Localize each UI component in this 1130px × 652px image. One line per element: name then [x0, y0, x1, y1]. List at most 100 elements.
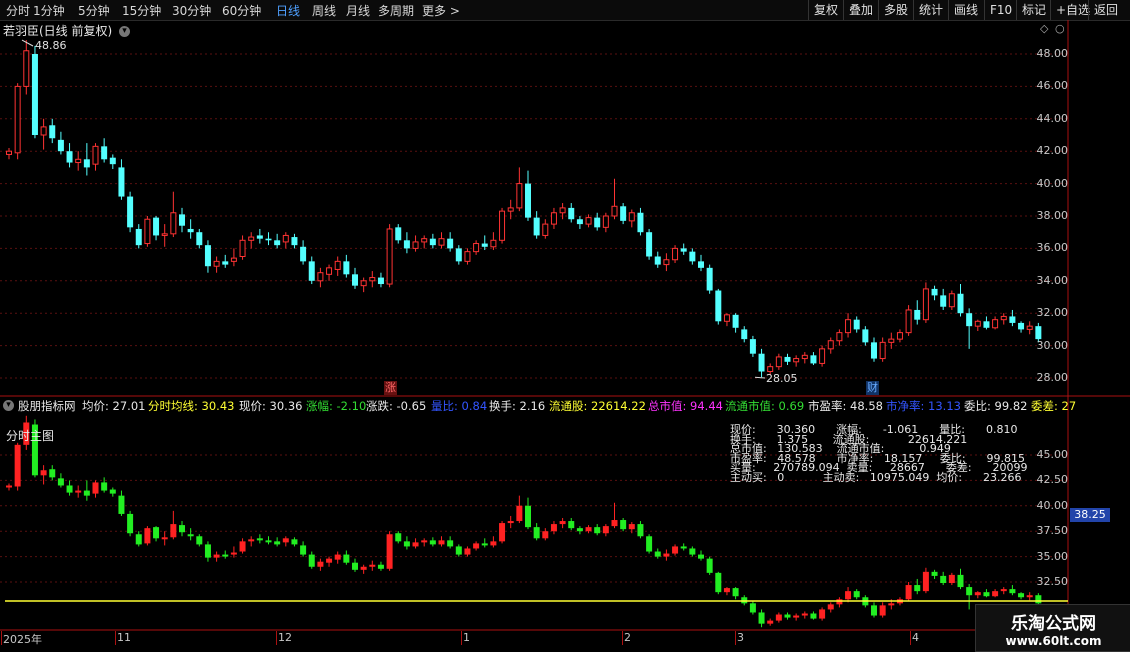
candle-body [386, 228, 393, 285]
candle-body [14, 85, 21, 154]
sub-candle-body [628, 524, 635, 530]
sub-candle-body [464, 548, 471, 555]
sub-candle-body [516, 505, 523, 522]
sub-candle-body [1009, 589, 1016, 594]
sub-candle-body [715, 572, 722, 593]
sub-candle-body [576, 528, 583, 532]
time-tick [735, 631, 736, 645]
chevron-down-icon[interactable]: ▾ [3, 400, 14, 411]
candle-body [317, 272, 324, 282]
candle-body [326, 267, 333, 275]
candle-body [767, 366, 774, 373]
sub-candle-body [749, 603, 756, 613]
candle-body [516, 183, 523, 209]
sub-candle-body [525, 505, 531, 528]
candle-body [473, 243, 480, 253]
quote-info-line: 主动买: 0 主动卖: 10975.049 均价: 23.266 [730, 470, 1022, 484]
sub-candle-body [92, 482, 99, 494]
candle-body [196, 232, 203, 246]
candle-body [871, 342, 877, 359]
sub-candle-body [118, 495, 125, 514]
candle-body [57, 139, 64, 152]
indicator-name: 股朋指标网 [18, 399, 76, 413]
sub-candle-body [317, 561, 324, 567]
sub-candle-body [775, 614, 782, 621]
candle-body [490, 239, 497, 248]
candle-body [992, 319, 999, 329]
candle-body [300, 246, 307, 262]
sub-price-tick-label: 32.50 [1036, 575, 1069, 588]
watermark-logo: 乐淘公式网 www.60lt.com [975, 604, 1130, 652]
sub-candle-body [550, 524, 557, 532]
candle-body [594, 217, 601, 228]
candle-body [248, 236, 255, 241]
candle-body [663, 259, 670, 266]
candle-body [533, 217, 540, 236]
sub-candle-body [810, 613, 817, 619]
sub-candle-body [291, 539, 298, 545]
sub-candle-body [888, 603, 895, 606]
candle-body [83, 159, 90, 168]
sub-candle-body [343, 554, 350, 563]
sub-candle-body [274, 541, 281, 545]
sub-candle-body [204, 544, 211, 558]
candle-body [758, 353, 765, 372]
time-tick [622, 631, 623, 645]
candle-body [308, 261, 315, 281]
sub-candle-body [75, 490, 82, 493]
candle-body [265, 238, 272, 241]
event-mark-limit-up[interactable]: 涨 [384, 381, 397, 395]
candle-body [853, 319, 860, 330]
high-price-label: 48.86 [35, 39, 67, 52]
sub-candle-body [282, 538, 289, 543]
sub-candle-body [836, 599, 843, 605]
sub-candle-body [429, 540, 436, 545]
sub-candle-body [1018, 593, 1025, 598]
sub-candle-body [239, 541, 246, 552]
candle-body [905, 309, 912, 334]
sub-candle-body [922, 571, 929, 592]
sub-candle-body [620, 520, 627, 530]
sub-candle-body [568, 521, 575, 529]
candle-body [395, 227, 402, 241]
kline-chart[interactable] [0, 0, 1130, 650]
candle-body [1018, 322, 1025, 330]
candle-body [559, 207, 566, 214]
candle-body [672, 247, 679, 261]
candle-body [879, 341, 886, 360]
candle-body [888, 338, 895, 343]
candle-body [49, 125, 56, 139]
candle-body [525, 183, 531, 218]
candle-body [646, 232, 653, 257]
sub-candle-body [819, 609, 826, 619]
time-tick-label: 11 [117, 631, 131, 644]
price-tick-label: 32.00 [1036, 306, 1069, 320]
sub-candle-body [395, 533, 402, 542]
candle-body [836, 332, 843, 342]
candle-body [507, 207, 514, 212]
candle-body [429, 238, 436, 246]
candle-body [914, 309, 921, 320]
candle-body [438, 238, 445, 246]
sub-candle-body [974, 592, 981, 596]
candle-body [793, 358, 800, 363]
candle-body [153, 217, 160, 236]
indicator-item: 市盈率: 48.58 [808, 399, 883, 413]
sub-candle-body [827, 604, 834, 610]
time-tick-label: 4 [912, 631, 919, 644]
indicator-item: 涨跌: -0.65 [366, 399, 427, 413]
candle-body [845, 319, 852, 334]
sub-candle-body [507, 521, 514, 524]
sub-candle-body [940, 575, 947, 584]
candle-body [179, 214, 185, 226]
candle-body [550, 212, 557, 225]
candle-body [1026, 325, 1033, 330]
event-mark-finance[interactable]: 财 [866, 381, 879, 395]
sub-candle-body [663, 553, 670, 557]
sub-candle-body [732, 588, 739, 597]
sub-candle-body [6, 485, 12, 488]
price-tick-label: 46.00 [1036, 79, 1069, 93]
candle-body [922, 288, 929, 321]
candle-body [109, 157, 116, 165]
sub-candle-body [248, 539, 255, 542]
